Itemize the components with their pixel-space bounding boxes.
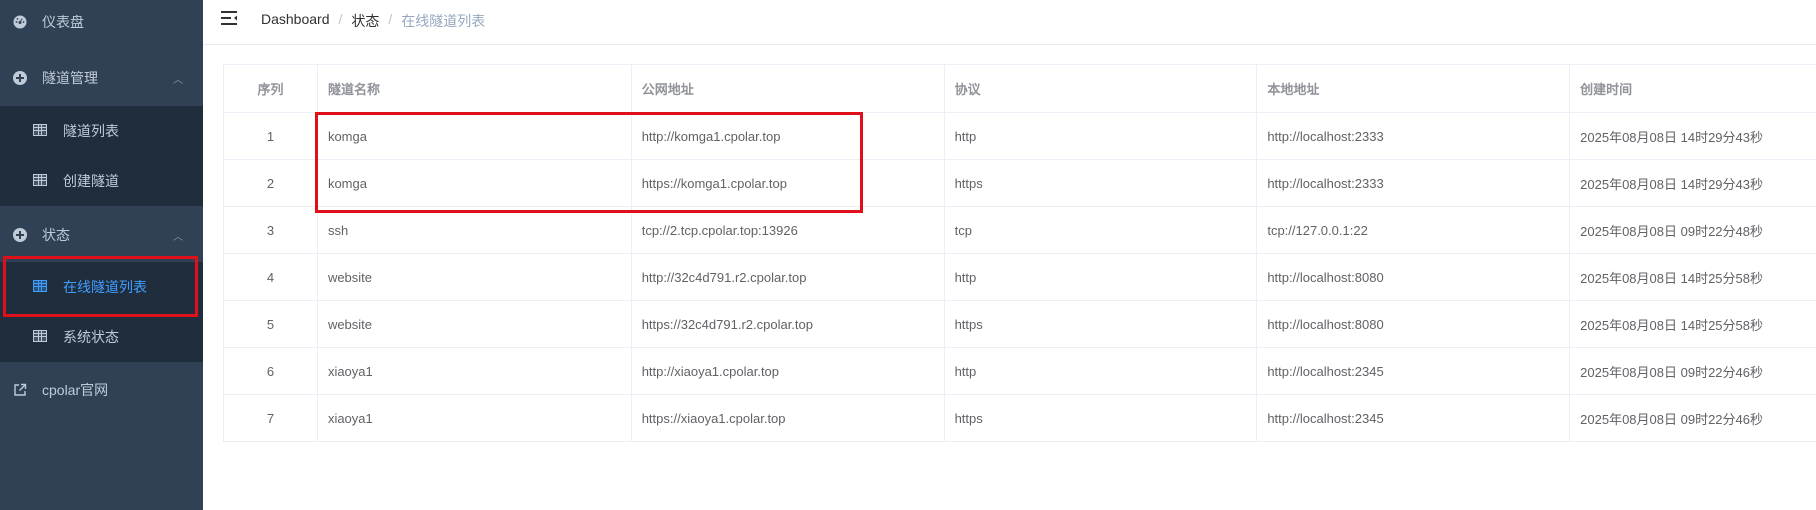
sidebar-item-label: cpolar官网	[42, 382, 109, 398]
cell-created-time: 2025年08月08日 09时22分46秒	[1569, 347, 1816, 395]
external-link-icon	[12, 382, 28, 398]
sidebar-item-create-tunnel[interactable]: 创建隧道	[0, 156, 203, 206]
table-row: 7 xiaoya1 https://xiaoya1.cpolar.top htt…	[223, 394, 1816, 442]
submenu-status: 在线隧道列表 系统状态	[0, 262, 203, 362]
cell-index: 1	[223, 112, 318, 160]
cell-created-time: 2025年08月08日 14时29分43秒	[1569, 112, 1816, 160]
sidebar-item-status[interactable]: 状态 ︿	[0, 210, 203, 260]
circle-plus-icon	[12, 227, 28, 243]
column-header-index: 序列	[223, 64, 318, 113]
cell-protocol: https	[943, 300, 1258, 348]
sidebar-item-label: 系统状态	[63, 329, 119, 345]
sidebar-item-label: 仪表盘	[42, 14, 84, 30]
table-icon	[33, 123, 48, 139]
cell-created-time: 2025年08月08日 14时25分58秒	[1569, 300, 1816, 348]
sidebar-item-tunnel-management[interactable]: 隧道管理 ︿	[0, 53, 203, 103]
table-row: 1 komga http://komga1.cpolar.top http ht…	[223, 112, 1816, 160]
online-tunnels-table: 序列 隧道名称 公网地址 协议 本地地址 创建时间 1 komga http:/…	[223, 64, 1816, 442]
cell-protocol: tcp	[943, 206, 1258, 254]
cell-protocol: http	[943, 253, 1258, 301]
sidebar-item-label: 状态	[42, 227, 70, 243]
table-row: 6 xiaoya1 http://xiaoya1.cpolar.top http…	[223, 347, 1816, 395]
cell-public-url[interactable]: http://32c4d791.r2.cpolar.top	[630, 253, 945, 301]
sidebar-item-cpolar-site[interactable]: cpolar官网	[0, 365, 203, 415]
cell-local-address: http://localhost:8080	[1256, 300, 1571, 348]
column-header-public-url: 公网地址	[630, 64, 945, 113]
cell-tunnel-name: xiaoya1	[316, 394, 632, 442]
sidebar: 仪表盘 隧道管理 ︿ 隧道列表 创建隧道 状态 ︿ 在线隧道列表 系统状态 cp…	[0, 0, 203, 510]
cell-created-time: 2025年08月08日 09时22分46秒	[1569, 394, 1816, 442]
cell-tunnel-name: komga	[316, 112, 632, 160]
hamburger-icon[interactable]	[221, 10, 239, 26]
table-row: 3 ssh tcp://2.tcp.cpolar.top:13926 tcp t…	[223, 206, 1816, 254]
cell-index: 2	[223, 159, 318, 207]
sidebar-item-system-status[interactable]: 系统状态	[0, 312, 203, 362]
cell-local-address: http://localhost:2333	[1256, 112, 1571, 160]
circle-plus-icon	[12, 70, 28, 86]
cell-created-time: 2025年08月08日 09时22分48秒	[1569, 206, 1816, 254]
column-header-local-address: 本地地址	[1256, 64, 1571, 113]
dashboard-icon	[12, 14, 28, 30]
sidebar-item-label: 隧道列表	[63, 123, 119, 139]
cell-protocol: https	[943, 394, 1258, 442]
breadcrumb: Dashboard / 状态 / 在线隧道列表	[261, 11, 485, 31]
column-header-protocol: 协议	[943, 64, 1258, 113]
cell-protocol: http	[943, 112, 1258, 160]
cell-local-address: http://localhost:8080	[1256, 253, 1571, 301]
cell-protocol: https	[943, 159, 1258, 207]
cell-public-url[interactable]: http://xiaoya1.cpolar.top	[630, 347, 945, 395]
cell-public-url[interactable]: tcp://2.tcp.cpolar.top:13926	[630, 206, 945, 254]
cell-public-url[interactable]: https://32c4d791.r2.cpolar.top	[630, 300, 945, 348]
cell-index: 6	[223, 347, 318, 395]
table-row: 2 komga https://komga1.cpolar.top https …	[223, 159, 1816, 207]
cell-index: 4	[223, 253, 318, 301]
sidebar-item-dashboard[interactable]: 仪表盘	[0, 0, 203, 47]
breadcrumb-separator: /	[388, 11, 393, 27]
column-header-tunnel-name: 隧道名称	[316, 64, 632, 113]
table-row: 4 website http://32c4d791.r2.cpolar.top …	[223, 253, 1816, 301]
breadcrumb-current: 在线隧道列表	[401, 13, 486, 29]
sidebar-item-label: 在线隧道列表	[63, 279, 147, 295]
submenu-tunnel-management: 隧道列表 创建隧道	[0, 106, 203, 206]
cell-local-address: http://localhost:2333	[1256, 159, 1571, 207]
table-header-row: 序列 隧道名称 公网地址 协议 本地地址 创建时间	[223, 64, 1816, 113]
navbar: Dashboard / 状态 / 在线隧道列表	[203, 0, 1816, 45]
cell-index: 3	[223, 206, 318, 254]
sidebar-item-label: 隧道管理	[42, 70, 98, 86]
column-header-created-time: 创建时间	[1569, 64, 1816, 113]
table-icon	[33, 173, 48, 189]
chevron-up-icon: ︿	[173, 231, 183, 243]
cell-local-address: tcp://127.0.0.1:22	[1256, 206, 1571, 254]
cell-tunnel-name: xiaoya1	[316, 347, 632, 395]
sidebar-item-label: 创建隧道	[63, 173, 119, 189]
table-icon	[33, 329, 48, 345]
breadcrumb-separator: /	[338, 11, 343, 27]
cell-tunnel-name: website	[316, 253, 632, 301]
sidebar-item-online-tunnels[interactable]: 在线隧道列表	[0, 262, 203, 312]
cell-local-address: http://localhost:2345	[1256, 394, 1571, 442]
cell-tunnel-name: ssh	[316, 206, 632, 254]
cell-protocol: http	[943, 347, 1258, 395]
cell-public-url[interactable]: https://komga1.cpolar.top	[630, 159, 945, 207]
cell-index: 5	[223, 300, 318, 348]
table-row: 5 website https://32c4d791.r2.cpolar.top…	[223, 300, 1816, 348]
chevron-up-icon: ︿	[173, 74, 183, 86]
cell-tunnel-name: komga	[316, 159, 632, 207]
breadcrumb-status: 状态	[351, 13, 380, 29]
breadcrumb-dashboard[interactable]: Dashboard	[261, 11, 330, 31]
sidebar-item-tunnel-list[interactable]: 隧道列表	[0, 106, 203, 156]
cell-tunnel-name: website	[316, 300, 632, 348]
cell-public-url[interactable]: http://komga1.cpolar.top	[630, 112, 945, 160]
cell-index: 7	[223, 394, 318, 442]
table-icon	[33, 279, 48, 295]
cell-public-url[interactable]: https://xiaoya1.cpolar.top	[630, 394, 945, 442]
cell-local-address: http://localhost:2345	[1256, 347, 1571, 395]
cell-created-time: 2025年08月08日 14时29分43秒	[1569, 159, 1816, 207]
cell-created-time: 2025年08月08日 14时25分58秒	[1569, 253, 1816, 301]
